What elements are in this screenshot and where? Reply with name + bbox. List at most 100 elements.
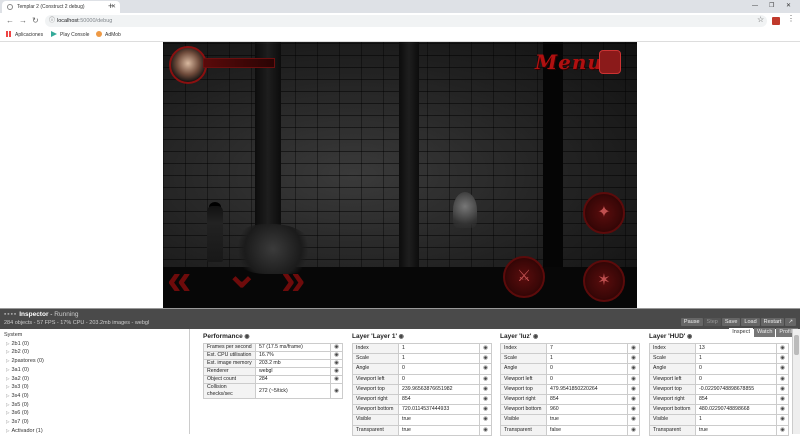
property-value[interactable]: 1 bbox=[398, 342, 480, 355]
expand-triangle-icon[interactable]: ▷ bbox=[6, 376, 9, 381]
property-value[interactable]: 13 bbox=[695, 342, 777, 355]
bag-icon[interactable] bbox=[599, 50, 621, 74]
eye-icon[interactable]: ◉ bbox=[627, 363, 640, 375]
property-value[interactable]: 854 bbox=[546, 394, 628, 406]
eye-icon[interactable]: ◉ bbox=[330, 375, 343, 384]
expand-triangle-icon[interactable]: ▷ bbox=[6, 341, 9, 346]
eye-icon[interactable]: ◉ bbox=[627, 394, 640, 406]
new-tab-icon[interactable]: + bbox=[108, 1, 113, 12]
maximize-icon[interactable]: ❐ bbox=[769, 0, 774, 12]
bookmark-star-icon[interactable]: ☆ bbox=[757, 15, 764, 24]
right-arrow-icon[interactable]: » bbox=[281, 258, 305, 302]
step-button[interactable]: Step bbox=[703, 318, 721, 326]
tree-item[interactable]: ▷ 2b2 (0) bbox=[4, 348, 185, 357]
property-value[interactable]: true bbox=[398, 414, 480, 426]
property-value[interactable]: 960 bbox=[546, 404, 628, 416]
property-value[interactable]: 16.7% bbox=[255, 351, 331, 360]
reload-icon[interactable]: ↻ bbox=[32, 15, 39, 27]
eye-icon[interactable]: ◉ bbox=[479, 373, 492, 385]
eye-icon[interactable]: ◉ bbox=[531, 334, 538, 340]
eye-icon[interactable]: ◉ bbox=[776, 373, 789, 385]
property-value[interactable]: 57 (17.5 ms/frame) bbox=[255, 343, 331, 352]
eye-icon[interactable]: ◉ bbox=[776, 404, 789, 416]
property-value[interactable]: false bbox=[546, 424, 628, 436]
tree-item[interactable]: ▷ 3s3 (0) bbox=[4, 383, 185, 392]
expand-triangle-icon[interactable]: ▷ bbox=[6, 419, 9, 424]
jump-button[interactable]: ⚔ bbox=[503, 256, 545, 298]
property-value[interactable]: true bbox=[546, 414, 628, 426]
property-value[interactable]: 854 bbox=[695, 394, 777, 406]
info-icon[interactable]: ⓘ bbox=[49, 15, 55, 27]
eye-icon[interactable]: ◉ bbox=[479, 353, 492, 365]
tree-item[interactable]: ▷ 2pastores (0) bbox=[4, 357, 185, 366]
eye-icon[interactable]: ◉ bbox=[627, 353, 640, 365]
tree-item[interactable]: ▷ 3s5 (0) bbox=[4, 401, 185, 410]
expand-triangle-icon[interactable]: ▷ bbox=[6, 367, 9, 372]
property-value[interactable]: 1 bbox=[695, 414, 777, 426]
bookmark-admob[interactable]: AdMob bbox=[96, 29, 121, 41]
bookmark-play-console[interactable]: Play Console bbox=[51, 29, 89, 41]
property-value[interactable]: 0 bbox=[695, 363, 777, 375]
property-value[interactable]: 239.96563876651982 bbox=[398, 383, 480, 396]
eye-icon[interactable]: ◉ bbox=[627, 373, 640, 385]
minimize-icon[interactable]: — bbox=[752, 0, 758, 12]
property-value[interactable]: -0.02290748898678855 bbox=[695, 383, 777, 396]
expand-triangle-icon[interactable]: ▷ bbox=[6, 402, 9, 407]
menu-button[interactable]: Menu bbox=[535, 50, 603, 74]
property-value[interactable]: 0 bbox=[695, 373, 777, 385]
property-value[interactable]: 272 (~5/tick) bbox=[255, 383, 331, 399]
tree-item[interactable]: ▷ 3a2 (0) bbox=[4, 375, 185, 384]
drag-handle-icon[interactable]: ▪▪▪▪ bbox=[4, 311, 17, 318]
property-value[interactable]: 1 bbox=[546, 353, 628, 365]
browser-tab[interactable]: Templar 2 (Construct 2 debug) ✕ bbox=[2, 1, 120, 13]
eye-icon[interactable]: ◉ bbox=[627, 414, 640, 426]
tree-item[interactable]: ▷ 3s6 (0) bbox=[4, 409, 185, 418]
address-bar[interactable]: ⓘ localhost:50000/debug bbox=[45, 15, 767, 27]
eye-icon[interactable]: ◉ bbox=[776, 383, 789, 396]
eye-icon[interactable]: ◉ bbox=[685, 334, 692, 340]
expand-triangle-icon[interactable]: ▷ bbox=[6, 410, 9, 415]
property-value[interactable]: 1 bbox=[695, 353, 777, 365]
extension-icon[interactable] bbox=[772, 17, 780, 25]
tree-item[interactable]: ▷ 2b1 (0) bbox=[4, 340, 185, 349]
expand-triangle-icon[interactable]: ▷ bbox=[6, 428, 9, 433]
eye-icon[interactable]: ◉ bbox=[479, 404, 492, 416]
eye-icon[interactable]: ◉ bbox=[479, 383, 492, 396]
property-value[interactable]: 0 bbox=[546, 373, 628, 385]
down-arrow-icon[interactable]: ⌄ bbox=[225, 252, 259, 296]
property-value[interactable]: webgl bbox=[255, 367, 331, 376]
eye-icon[interactable]: ◉ bbox=[479, 424, 492, 436]
property-value[interactable]: 480.02290748898668 bbox=[695, 404, 777, 416]
bookmark-apps[interactable]: Aplicaciones bbox=[6, 29, 43, 41]
left-arrow-icon[interactable]: « bbox=[167, 258, 191, 302]
property-value[interactable]: 0 bbox=[398, 363, 480, 375]
eye-icon[interactable]: ◉ bbox=[330, 367, 343, 376]
eye-icon[interactable]: ◉ bbox=[330, 383, 343, 399]
game-canvas[interactable]: Menu « ⌄ » ⚔ ✦ ✶ bbox=[163, 42, 637, 308]
pause-button[interactable]: Pause bbox=[680, 318, 703, 326]
property-value[interactable]: 1 bbox=[398, 353, 480, 365]
forward-icon[interactable]: → bbox=[19, 15, 27, 27]
property-value[interactable]: 7 bbox=[546, 342, 628, 355]
eye-icon[interactable]: ◉ bbox=[479, 414, 492, 426]
close-window-icon[interactable]: ✕ bbox=[786, 0, 791, 12]
eye-icon[interactable]: ◉ bbox=[776, 363, 789, 375]
eye-icon[interactable]: ◉ bbox=[627, 404, 640, 416]
tree-item[interactable]: ▷ 3s7 (0) bbox=[4, 418, 185, 427]
eye-icon[interactable]: ◉ bbox=[776, 424, 789, 436]
expand-triangle-icon[interactable]: ▷ bbox=[6, 384, 9, 389]
eye-icon[interactable]: ◉ bbox=[627, 424, 640, 436]
tree-item[interactable]: ▷ Activador (1) bbox=[4, 427, 185, 436]
tree-item[interactable]: ▷ 3s4 (0) bbox=[4, 392, 185, 401]
property-value[interactable]: 203.2 mb bbox=[255, 359, 331, 368]
tree-item[interactable]: System bbox=[4, 332, 185, 340]
inspector-scrollbar[interactable] bbox=[792, 329, 800, 434]
property-value[interactable]: 284 bbox=[255, 375, 331, 384]
property-value[interactable]: 854 bbox=[398, 394, 480, 406]
menu-kebab-icon[interactable]: ⋮ bbox=[787, 14, 795, 23]
property-value[interactable]: true bbox=[695, 424, 777, 436]
property-value[interactable]: 0 bbox=[546, 363, 628, 375]
tree-item[interactable]: ▷ 3a1 (0) bbox=[4, 366, 185, 375]
back-icon[interactable]: ← bbox=[6, 15, 14, 27]
eye-icon[interactable]: ◉ bbox=[627, 383, 640, 396]
